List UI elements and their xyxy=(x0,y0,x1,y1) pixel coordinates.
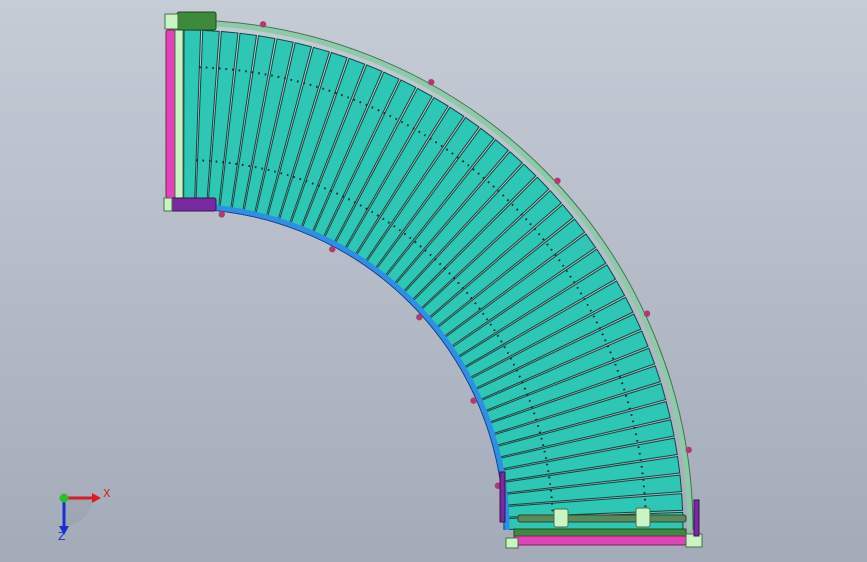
bottom-bracket-left xyxy=(505,537,519,549)
bottom-end-frame xyxy=(513,528,687,537)
top-end-frame xyxy=(174,29,184,199)
bottom-drive-coupling-right xyxy=(635,507,651,528)
top-end-plate xyxy=(165,197,217,212)
guard-bolt xyxy=(416,314,423,321)
x-axis-label: X xyxy=(103,487,111,500)
roller-array xyxy=(183,29,684,530)
y-axis-dot xyxy=(59,493,69,503)
cad-viewport[interactable]: X Z xyxy=(0,0,867,562)
bottom-side-post-right xyxy=(693,499,700,537)
bottom-drive-shaft xyxy=(517,514,687,523)
bottom-side-post-left xyxy=(499,471,506,523)
guard-bolt xyxy=(554,177,561,185)
guard-bolt xyxy=(470,397,477,404)
bottom-drive-coupling-left xyxy=(553,508,569,528)
guard-bolt xyxy=(218,211,225,218)
axis-triad xyxy=(59,493,101,535)
guard-bolt xyxy=(428,78,435,86)
x-axis-arrowhead xyxy=(92,493,101,503)
guard-bolt xyxy=(259,21,267,28)
guard-bolt xyxy=(329,246,336,253)
guard-bolt xyxy=(685,446,692,454)
z-axis-label: Z xyxy=(58,530,66,543)
inner-side-guard xyxy=(182,203,510,531)
triad-shadow xyxy=(64,498,92,526)
top-end-roller xyxy=(165,29,176,199)
bottom-end-roller xyxy=(513,535,687,546)
top-end-plate-cap xyxy=(163,197,173,212)
top-bracket-cap xyxy=(164,13,179,30)
guard-bolt xyxy=(643,310,651,317)
inner-guard-edge xyxy=(182,208,505,531)
top-bracket xyxy=(176,11,217,31)
conveyor-model-canvas[interactable] xyxy=(0,0,867,562)
